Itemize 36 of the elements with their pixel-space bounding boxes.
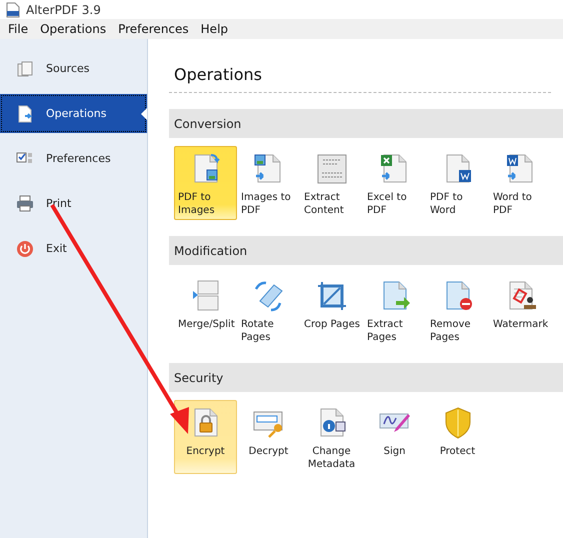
- sidebar-item[interactable]: Operations: [0, 94, 147, 133]
- pages-icon: [16, 60, 34, 78]
- section-header: Conversion: [169, 109, 563, 138]
- operation-tile[interactable]: Crop Pages: [300, 273, 363, 347]
- document-icon: [16, 104, 34, 122]
- power-icon: [16, 240, 34, 258]
- operation-tile[interactable]: Extract Pages: [363, 273, 426, 347]
- section-header: Modification: [169, 236, 563, 265]
- caret-icon: [141, 108, 147, 120]
- menu-item[interactable]: Help: [194, 22, 234, 36]
- operation-tile[interactable]: Protect: [426, 400, 489, 474]
- operation-tile[interactable]: PDF to Images: [174, 146, 237, 220]
- sidebar-item[interactable]: Exit: [0, 229, 147, 268]
- section-header: Security: [169, 363, 563, 392]
- menu-item[interactable]: Preferences: [112, 22, 195, 36]
- menu-item[interactable]: File: [2, 22, 34, 36]
- page-heading: Operations: [169, 65, 551, 93]
- operation-tile[interactable]: Extract Content: [300, 146, 363, 220]
- menu-item[interactable]: Operations: [34, 22, 112, 36]
- operation-tile[interactable]: Decrypt: [237, 400, 300, 474]
- sidebar-item[interactable]: Sources: [0, 49, 147, 88]
- operation-tile[interactable]: Remove Pages: [426, 273, 489, 347]
- operation-tile[interactable]: Images to PDF: [237, 146, 300, 220]
- operation-tile[interactable]: PDF to Word: [426, 146, 489, 220]
- window-title: AlterPDF 3.9: [26, 2, 101, 16]
- operation-tile[interactable]: Word to PDF: [489, 146, 552, 220]
- operation-tile[interactable]: Sign: [363, 400, 426, 474]
- operation-tile[interactable]: Excel to PDF: [363, 146, 426, 220]
- operation-tile[interactable]: Encrypt: [174, 400, 237, 474]
- printer-icon: [16, 194, 34, 212]
- sidebar-item[interactable]: Print: [0, 184, 147, 223]
- operation-tile[interactable]: Merge/Split: [174, 273, 237, 347]
- operation-tile[interactable]: Rotate Pages: [237, 273, 300, 347]
- sidebar-item[interactable]: Preferences: [0, 139, 147, 178]
- operation-tile[interactable]: Watermark: [489, 273, 552, 347]
- operation-tile[interactable]: Change Metadata: [300, 400, 363, 474]
